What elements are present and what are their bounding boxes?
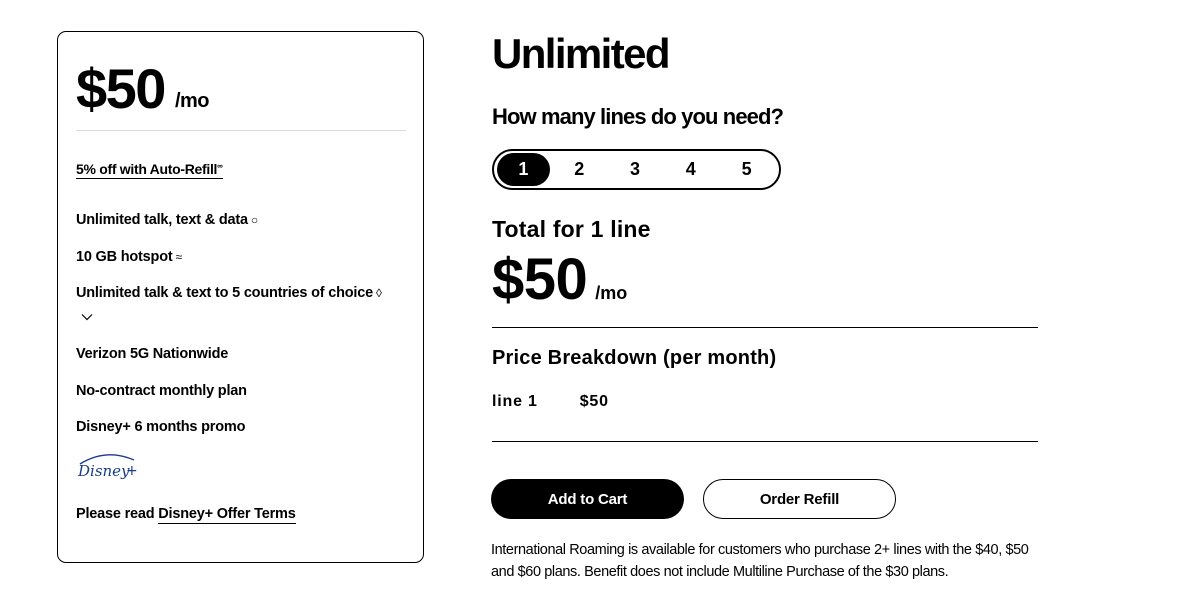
plan-price-unit: /mo: [174, 90, 210, 112]
line-option-5[interactable]: 5: [720, 153, 773, 186]
feature-5g: Verizon 5G Nationwide: [76, 345, 228, 363]
feature-label: 10 GB hotspot: [76, 249, 173, 265]
disney-offer-terms-link[interactable]: Disney+ Offer Terms: [158, 506, 296, 524]
order-refill-button[interactable]: Order Refill: [703, 479, 896, 519]
international-roaming-note: International Roaming is available for c…: [491, 542, 1029, 580]
total-price-unit: /mo: [595, 283, 628, 303]
feature-label: Disney+ 6 months promo: [76, 419, 246, 435]
lines-question: How many lines do you need?: [492, 104, 784, 129]
line-count-selector: 1 2 3 4 5: [492, 149, 781, 190]
disney-plus-logo: Disney +: [77, 454, 138, 480]
total-price: $50 /mo: [492, 248, 627, 312]
line-option-2[interactable]: 2: [553, 153, 606, 186]
feature-label: Unlimited talk & text to 5 countries of …: [76, 285, 373, 301]
feature-hotspot: 10 GB hotspot ≈: [76, 248, 182, 266]
total-label: Total for 1 line: [492, 216, 651, 242]
breakdown-line-label: line 1: [492, 393, 538, 410]
svg-text:Disney: Disney: [77, 462, 130, 480]
line-option-1[interactable]: 1: [497, 153, 550, 186]
feature-footnote-mark: ◊: [375, 286, 382, 300]
feature-label: Verizon 5G Nationwide: [76, 346, 229, 362]
feature-international: Unlimited talk & text to 5 countries of …: [76, 284, 382, 302]
feature-disney-promo: Disney+ 6 months promo: [76, 418, 245, 436]
divider: [492, 441, 1038, 442]
auto-refill-mark: ∞: [217, 161, 223, 171]
price-breakdown-row: line 1 $50: [492, 393, 609, 411]
line-option-3[interactable]: 3: [609, 153, 662, 186]
offer-terms: Please read Disney+ Offer Terms: [76, 506, 296, 524]
divider: [492, 327, 1038, 328]
feature-unlimited-data: Unlimited talk, text & data ○: [76, 211, 258, 229]
feature-footnote-mark: ○: [250, 213, 258, 227]
plan-price-amount: $50: [76, 57, 166, 120]
svg-text:+: +: [126, 463, 138, 479]
price-breakdown-title: Price Breakdown (per month): [492, 347, 777, 369]
feature-footnote-mark: ≈: [175, 250, 183, 264]
total-price-amount: $50: [492, 247, 588, 312]
auto-refill-link[interactable]: 5% off with Auto-Refill∞: [76, 161, 223, 179]
feature-label: Unlimited talk, text & data: [76, 212, 248, 228]
plan-title: Unlimited: [492, 30, 671, 77]
offer-terms-prefix: Please read: [76, 506, 159, 522]
card-divider: [76, 130, 406, 131]
plan-card: $50 /mo 5% off with Auto-Refill∞ Unlimit…: [57, 31, 424, 563]
add-to-cart-button[interactable]: Add to Cart: [491, 479, 684, 519]
chevron-down-icon[interactable]: [81, 311, 93, 323]
feature-no-contract: No-contract monthly plan: [76, 382, 247, 400]
plan-price: $50 /mo: [76, 57, 210, 120]
feature-label: No-contract monthly plan: [76, 383, 247, 399]
auto-refill-label: 5% off with Auto-Refill: [76, 161, 218, 177]
line-option-4[interactable]: 4: [664, 153, 717, 186]
breakdown-line-price: $50: [579, 393, 609, 410]
